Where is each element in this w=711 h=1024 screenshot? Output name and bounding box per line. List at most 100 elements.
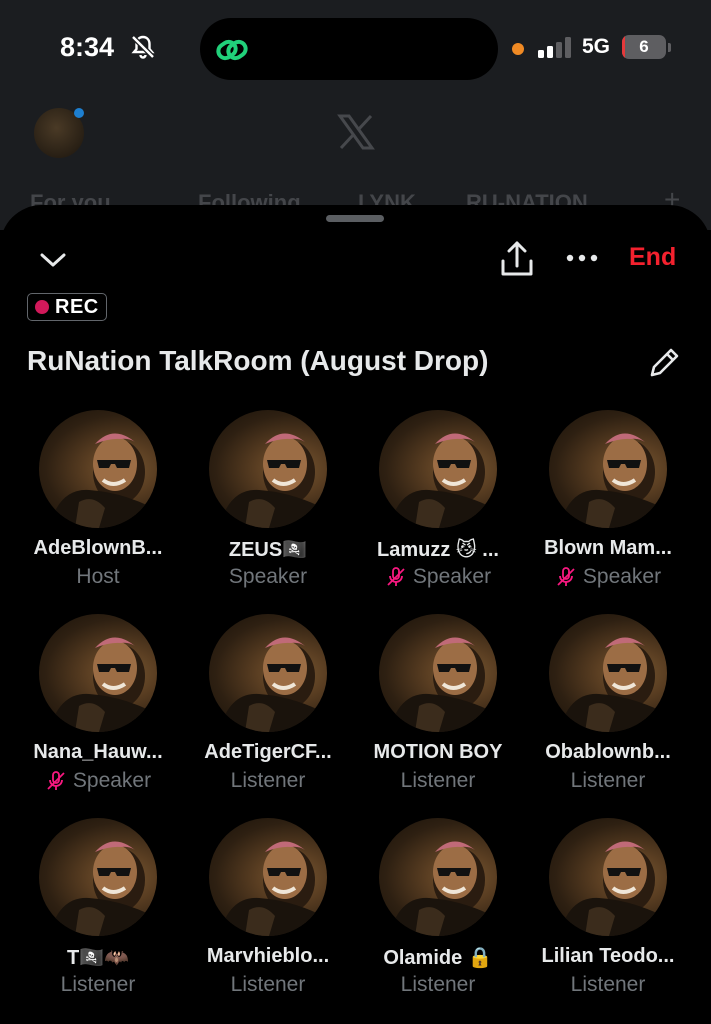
mic-off-icon — [387, 567, 405, 586]
status-bar: 8:34 5G 6 — [0, 0, 711, 100]
participant-name: Lamuzz 😼 ... — [377, 539, 499, 561]
avatar-photo — [559, 841, 667, 936]
avatar[interactable] — [379, 410, 497, 528]
avatar[interactable] — [209, 614, 327, 732]
avatar-photo — [559, 637, 667, 732]
participant-tile[interactable]: AdeTigerCF... Listener — [183, 614, 353, 804]
avatar[interactable] — [39, 614, 157, 732]
battery-icon: 6 — [622, 35, 666, 59]
participant-tile[interactable]: Lamuzz 😼 ... Speaker — [353, 410, 523, 600]
signal-icon — [538, 37, 571, 58]
pencil-icon[interactable] — [646, 345, 682, 381]
avatar-photo — [389, 433, 497, 528]
participant-role-label: Listener — [570, 769, 646, 792]
collapse-button[interactable] — [36, 243, 70, 277]
sheet-grabber[interactable] — [326, 215, 384, 222]
notification-dot — [74, 108, 84, 118]
avatar-photo — [49, 433, 157, 528]
avatar[interactable] — [379, 614, 497, 732]
participant-role: Host — [13, 565, 183, 589]
avatar-photo — [389, 637, 497, 732]
participant-role: Speaker — [523, 565, 693, 589]
participant-tile[interactable]: ZEUS🏴‍☠️ Speaker — [183, 410, 353, 600]
avatar[interactable] — [379, 818, 497, 936]
participant-role-label: Listener — [60, 973, 136, 996]
participant-role-label: Speaker — [582, 565, 662, 588]
participant-role-label: Speaker — [72, 769, 152, 792]
x-logo-icon — [337, 114, 375, 150]
mic-off-icon — [47, 771, 65, 790]
participant-tile[interactable]: AdeBlownB... Host — [13, 410, 183, 600]
participant-name: T🏴‍☠️🦇 — [66, 947, 130, 969]
avatar[interactable] — [209, 410, 327, 528]
participant-role-label: Listener — [230, 769, 306, 792]
space-sheet: End REC RuNation TalkRoom (August Drop) … — [0, 205, 711, 1024]
participant-role: Listener — [183, 769, 353, 793]
avatar-photo — [389, 841, 497, 936]
participant-role: Listener — [353, 769, 523, 793]
participant-name: ZEUS🏴‍☠️ — [228, 539, 308, 561]
avatar-photo — [219, 433, 327, 528]
participant-name: Lilian Teodo... — [541, 945, 675, 967]
bell-off-icon — [131, 35, 155, 59]
participant-tile[interactable]: Olamide 🔒 Listener — [353, 818, 523, 1008]
recording-badge: REC — [27, 293, 107, 321]
participant-tile[interactable]: Lilian Teodo... Listener — [523, 818, 693, 1008]
participant-name: Obablownb... — [545, 741, 671, 763]
participant-role-label: Speaker — [228, 565, 308, 588]
participant-name: Nana_Hauw... — [33, 741, 163, 763]
space-title: RuNation TalkRoom (August Drop) — [27, 345, 489, 376]
participant-role: Speaker — [13, 769, 183, 793]
avatar[interactable] — [39, 818, 157, 936]
participant-tile[interactable]: MOTION BOY Listener — [353, 614, 523, 804]
avatar-photo — [49, 637, 157, 732]
participant-role-label: Listener — [570, 973, 646, 996]
participant-tile[interactable]: Blown Mam... Speaker — [523, 410, 693, 600]
participant-name: Olamide 🔒 — [383, 947, 493, 969]
chevron-down-icon — [40, 253, 66, 267]
recording-label: REC — [55, 295, 99, 318]
participant-role-label: Host — [76, 565, 120, 588]
participant-role: Listener — [183, 973, 353, 997]
participant-name: AdeTigerCF... — [204, 741, 332, 763]
avatar[interactable] — [549, 410, 667, 528]
participant-role: Speaker — [353, 565, 523, 589]
avatar[interactable] — [549, 614, 667, 732]
avatar[interactable] — [209, 818, 327, 936]
more-icon[interactable] — [564, 245, 600, 271]
mic-off-icon — [557, 567, 575, 586]
participant-role: Speaker — [183, 565, 353, 589]
avatar[interactable] — [549, 818, 667, 936]
avatar-photo — [219, 637, 327, 732]
participant-role: Listener — [13, 973, 183, 997]
battery-nub — [668, 43, 671, 52]
participant-tile[interactable]: Marvhieblo... Listener — [183, 818, 353, 1008]
participant-role: Listener — [353, 973, 523, 997]
participant-name: Blown Mam... — [544, 537, 672, 559]
dynamic-island[interactable] — [200, 18, 498, 80]
avatar[interactable] — [39, 410, 157, 528]
participant-role: Listener — [523, 769, 693, 793]
participant-role-label: Listener — [230, 973, 306, 996]
battery-percent: 6 — [639, 37, 649, 56]
privacy-indicator — [512, 43, 524, 55]
participant-role-label: Listener — [400, 973, 476, 996]
avatar-photo — [49, 841, 157, 936]
end-space-button[interactable]: End — [629, 243, 676, 272]
participant-name: MOTION BOY — [373, 741, 503, 763]
participant-name: AdeBlownB... — [33, 537, 163, 559]
participant-tile[interactable]: Obablownb... Listener — [523, 614, 693, 804]
participant-tile[interactable]: Nana_Hauw... Speaker — [13, 614, 183, 804]
participant-role-label: Listener — [400, 769, 476, 792]
participant-name: Marvhieblo... — [206, 945, 330, 967]
clock: 8:34 — [60, 32, 115, 62]
recording-dot — [35, 300, 49, 314]
participant-role-label: Speaker — [412, 565, 492, 588]
participant-role: Listener — [523, 973, 693, 997]
share-icon[interactable] — [498, 239, 536, 279]
avatar-photo — [559, 433, 667, 528]
link-icon — [216, 39, 248, 61]
network-type: 5G — [582, 35, 611, 58]
participant-tile[interactable]: T🏴‍☠️🦇 Listener — [13, 818, 183, 1008]
avatar-photo — [219, 841, 327, 936]
